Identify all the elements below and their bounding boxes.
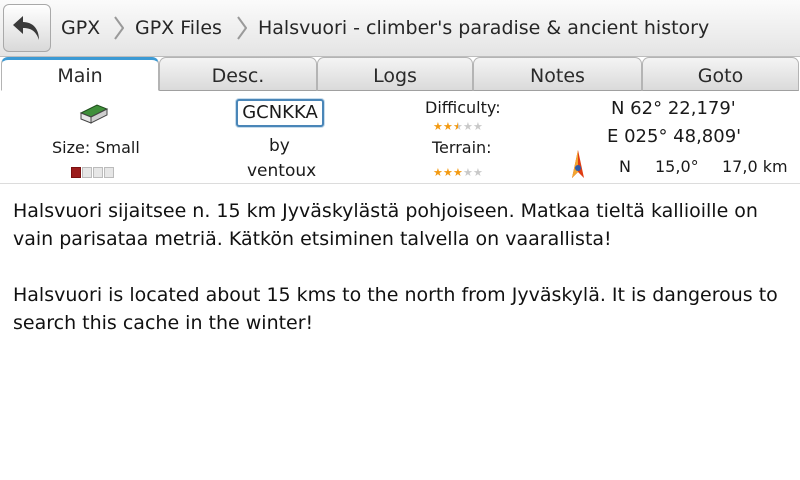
rating-star-icon: ★ bbox=[463, 166, 473, 179]
rating-star-icon: ★ bbox=[453, 120, 463, 133]
size-segment bbox=[71, 167, 81, 178]
rating-star-icon: ★ bbox=[433, 120, 443, 133]
breadcrumb-gpx[interactable]: GPX bbox=[61, 0, 100, 56]
back-arrow-icon bbox=[13, 16, 39, 40]
latitude: N 62° 22,179' bbox=[611, 98, 736, 119]
tab-bar: Main Desc. Logs Notes Goto bbox=[0, 57, 800, 92]
terrain-label: Terrain: bbox=[432, 138, 492, 157]
tab-logs[interactable]: Logs bbox=[317, 57, 473, 91]
compass-needle-icon bbox=[572, 150, 584, 178]
cache-size-label: Size: Small bbox=[52, 138, 140, 157]
rating-star-icon: ★ bbox=[433, 166, 443, 179]
back-button[interactable] bbox=[3, 4, 51, 52]
rating-star-icon: ★ bbox=[443, 120, 453, 133]
owner-by-label: by bbox=[269, 136, 290, 156]
title-bar: GPX GPX Files Halsvuori - climber's para… bbox=[0, 0, 800, 57]
rating-star-icon: ★ bbox=[453, 166, 463, 179]
tab-main[interactable]: Main bbox=[1, 57, 159, 91]
cache-info-panel: Size: Small GCNKKA by ventoux Difficulty… bbox=[0, 92, 800, 184]
size-segment bbox=[82, 167, 92, 178]
breadcrumb-gpx-files[interactable]: GPX Files bbox=[135, 0, 222, 56]
cache-size-indicator bbox=[71, 167, 115, 178]
distance: 17,0 km bbox=[722, 157, 788, 176]
tab-desc[interactable]: Desc. bbox=[159, 57, 317, 91]
difficulty-rating: ★ ★ ★ ★ ★ bbox=[433, 121, 483, 132]
longitude: E 025° 48,809' bbox=[607, 126, 742, 147]
cache-owner: ventoux bbox=[247, 161, 317, 181]
rating-star-icon: ★ bbox=[473, 166, 483, 179]
description-english: Halsvuori is located about 15 kms to the… bbox=[13, 284, 778, 334]
tab-notes[interactable]: Notes bbox=[473, 57, 642, 91]
cache-container-icon bbox=[79, 104, 109, 124]
size-segment bbox=[93, 167, 103, 178]
size-segment bbox=[104, 167, 114, 178]
difficulty-label: Difficulty: bbox=[425, 98, 501, 117]
rating-star-icon: ★ bbox=[473, 120, 483, 133]
breadcrumb-separator-icon bbox=[114, 16, 124, 40]
breadcrumb-cache-name: Halsvuori - climber's paradise & ancient… bbox=[258, 17, 710, 39]
description-finnish: Halsvuori sijaitsee n. 15 km Jyväskyläst… bbox=[13, 200, 758, 250]
tab-goto[interactable]: Goto bbox=[642, 57, 799, 91]
cache-code-button[interactable]: GCNKKA bbox=[236, 99, 324, 127]
terrain-rating: ★ ★ ★ ★ ★ bbox=[433, 167, 483, 178]
breadcrumb-separator-icon bbox=[237, 16, 247, 40]
rating-star-icon: ★ bbox=[463, 120, 473, 133]
compass-direction: N bbox=[619, 157, 631, 176]
bearing: 15,0° bbox=[655, 157, 699, 176]
rating-star-icon: ★ bbox=[443, 166, 453, 179]
cache-description: Halsvuori sijaitsee n. 15 km Jyväskyläst… bbox=[13, 197, 789, 365]
